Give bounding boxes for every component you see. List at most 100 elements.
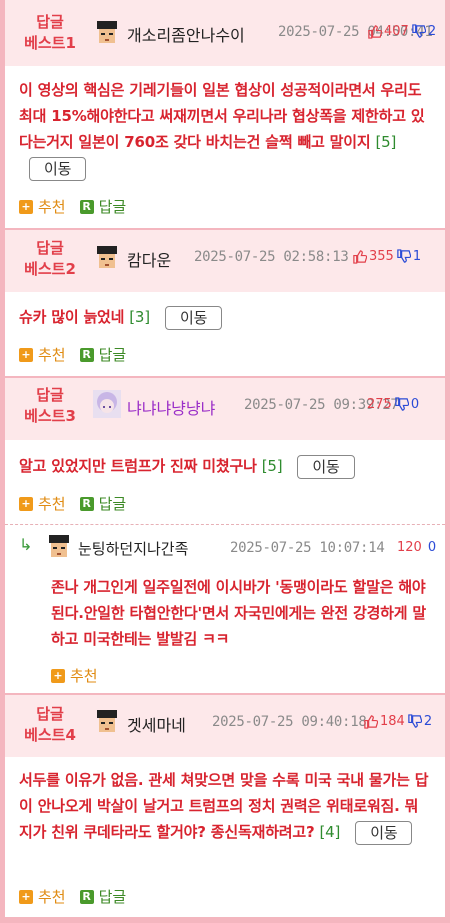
reply-button[interactable]: R 답글 <box>79 493 127 514</box>
reply-label: 답글 <box>98 495 127 513</box>
reply-count: [4] <box>319 823 341 841</box>
recommend-button[interactable]: + 추천 <box>19 196 66 217</box>
best-badge: 답글 베스트1 <box>10 12 90 54</box>
comment-body: 알고 있었지만 트럼프가 진짜 미쳤구나 <box>19 457 257 475</box>
reply-label: 답글 <box>98 198 127 216</box>
timestamp: 2025-07-25 02:58:13 <box>194 249 349 265</box>
best-comments-panel: 답글 베스트1 개소리좀안나수이 2025-07-25 04:50:41 407… <box>5 0 445 917</box>
reply-label: 답글 <box>98 888 127 906</box>
reply-arrow-icon: ↳ <box>19 535 33 554</box>
thumbs-up-icon[interactable] <box>363 714 378 729</box>
r-square-icon: R <box>79 889 94 904</box>
down-count: 1 <box>412 249 422 264</box>
r-square-icon: R <box>79 496 94 511</box>
comment-actions: + 추천 R 답글 <box>19 344 126 365</box>
up-count: 120 <box>397 540 422 555</box>
down-count: 2 <box>427 24 437 39</box>
comment-text: 이 영상의 핵심은 기레기들이 일본 협상이 성공적이라면서 우리도 최대 15… <box>19 77 433 181</box>
reply-text: 존나 개그인게 일주일전에 이시바가 '동맹이라도 할말은 해야된다.안일한 타… <box>51 578 427 648</box>
nickname[interactable]: 겟세마네 <box>127 712 186 736</box>
comment-body: 이 영상의 핵심은 기레기들이 일본 협상이 성공적이라면서 우리도 최대 15… <box>19 81 425 151</box>
thumbs-down-icon[interactable] <box>394 397 409 412</box>
down-count: 2 <box>423 714 433 729</box>
recommend-button[interactable]: + 추천 <box>19 493 66 514</box>
recommend-label: 추천 <box>70 667 98 685</box>
comment-header: 답글 베스트4 겟세마네 2025-07-25 09:40:18 184 2 <box>5 695 445 757</box>
comment-actions: + 추천 <box>51 665 98 686</box>
thumbs-down-icon[interactable] <box>407 714 422 729</box>
vote-counts: 120 0 <box>397 540 436 555</box>
up-count: 275 <box>367 397 392 412</box>
best-badge-line2: 베스트1 <box>24 34 76 52</box>
best-badge-line1: 답글 <box>36 705 64 723</box>
plus-square-icon: + <box>19 199 33 214</box>
down-count: 0 <box>427 540 437 555</box>
reply-button[interactable]: R 답글 <box>79 196 127 217</box>
best-badge: 답글 베스트2 <box>10 238 90 280</box>
thumbs-down-icon[interactable] <box>396 249 411 264</box>
divider <box>5 524 445 525</box>
move-button[interactable]: 이동 <box>297 454 355 479</box>
reply-count: [5] <box>375 133 397 151</box>
recommend-label: 추천 <box>38 346 66 364</box>
recommend-button[interactable]: + 추천 <box>19 344 66 365</box>
plus-square-icon: + <box>51 668 65 683</box>
comment-header: 답글 베스트3 냐냐냐냥냥냐 2025-07-25 09:39:27 275 0 <box>5 378 445 440</box>
move-button[interactable]: 이동 <box>29 156 87 181</box>
recommend-label: 추천 <box>38 888 66 906</box>
comment-actions: + 추천 R 답글 <box>19 493 126 514</box>
best-badge-line1: 답글 <box>36 239 64 257</box>
recommend-button[interactable]: + 추천 <box>51 665 98 686</box>
reply-button[interactable]: R 답글 <box>79 886 127 907</box>
vote-counts: 184 2 <box>363 714 432 729</box>
best-badge-line2: 베스트3 <box>24 407 76 425</box>
best-badge-line1: 답글 <box>36 386 64 404</box>
comment-text: 서두를 이유가 없음. 관세 쳐맞으면 맞을 수록 미국 국내 물가는 답이 안… <box>19 767 433 845</box>
plus-square-icon: + <box>19 347 33 362</box>
down-count: 0 <box>410 397 420 412</box>
recommend-label: 추천 <box>38 495 66 513</box>
comment-actions: + 추천 R 답글 <box>19 886 126 907</box>
move-button[interactable]: 이동 <box>164 305 223 330</box>
avatar-pixel-icon[interactable] <box>93 244 121 272</box>
plus-square-icon: + <box>19 496 33 511</box>
comment-text: 슈카 많이 늙었네 [3] 이동 <box>19 304 433 330</box>
comment-actions: + 추천 R 답글 <box>19 196 126 217</box>
vote-counts: 275 0 <box>367 397 419 412</box>
reply-button[interactable]: R 답글 <box>79 344 127 365</box>
r-square-icon: R <box>79 199 94 214</box>
up-count: 355 <box>369 249 394 264</box>
vote-counts: 407 2 <box>367 24 436 39</box>
reply-label: 답글 <box>98 346 127 364</box>
best-badge: 답글 베스트3 <box>10 385 90 427</box>
best-badge-line2: 베스트4 <box>24 726 76 744</box>
reply-count: [3] <box>129 308 150 326</box>
recommend-label: 추천 <box>38 198 66 216</box>
comment-text: 알고 있었지만 트럼프가 진짜 미쳤구나 [5] 이동 <box>19 453 433 479</box>
avatar-pixel-icon[interactable] <box>93 708 121 736</box>
r-square-icon: R <box>79 347 94 362</box>
comment-body: 슈카 많이 늙었네 <box>19 308 125 326</box>
recommend-button[interactable]: + 추천 <box>19 886 66 907</box>
up-count: 407 <box>384 24 409 39</box>
timestamp: 2025-07-25 09:40:18 <box>212 714 367 730</box>
thumbs-up-icon[interactable] <box>367 24 382 39</box>
comment-header: 답글 베스트2 캄다운 2025-07-25 02:58:13 355 1 <box>5 230 445 292</box>
best-badge-line1: 답글 <box>36 13 64 31</box>
avatar-anime-icon[interactable] <box>93 390 121 418</box>
comment-header: 답글 베스트1 개소리좀안나수이 2025-07-25 04:50:41 407… <box>5 0 445 66</box>
nickname[interactable]: 캄다운 <box>127 247 171 271</box>
vote-counts: 355 1 <box>352 249 421 264</box>
nickname[interactable]: 냐냐냐냥냥냐 <box>127 395 215 419</box>
plus-square-icon: + <box>19 889 33 904</box>
avatar-pixel-icon[interactable] <box>45 533 73 561</box>
thumbs-up-icon[interactable] <box>352 249 367 264</box>
avatar-pixel-icon[interactable] <box>93 19 121 47</box>
timestamp: 2025-07-25 10:07:14 <box>230 540 385 556</box>
nickname[interactable]: 개소리좀안나수이 <box>127 22 245 46</box>
move-button[interactable]: 이동 <box>355 820 413 845</box>
thumbs-down-icon[interactable] <box>411 24 426 39</box>
best-badge-line2: 베스트2 <box>24 260 76 278</box>
nickname[interactable]: 눈팅하던지나간족 <box>78 538 188 559</box>
up-count: 184 <box>380 714 405 729</box>
